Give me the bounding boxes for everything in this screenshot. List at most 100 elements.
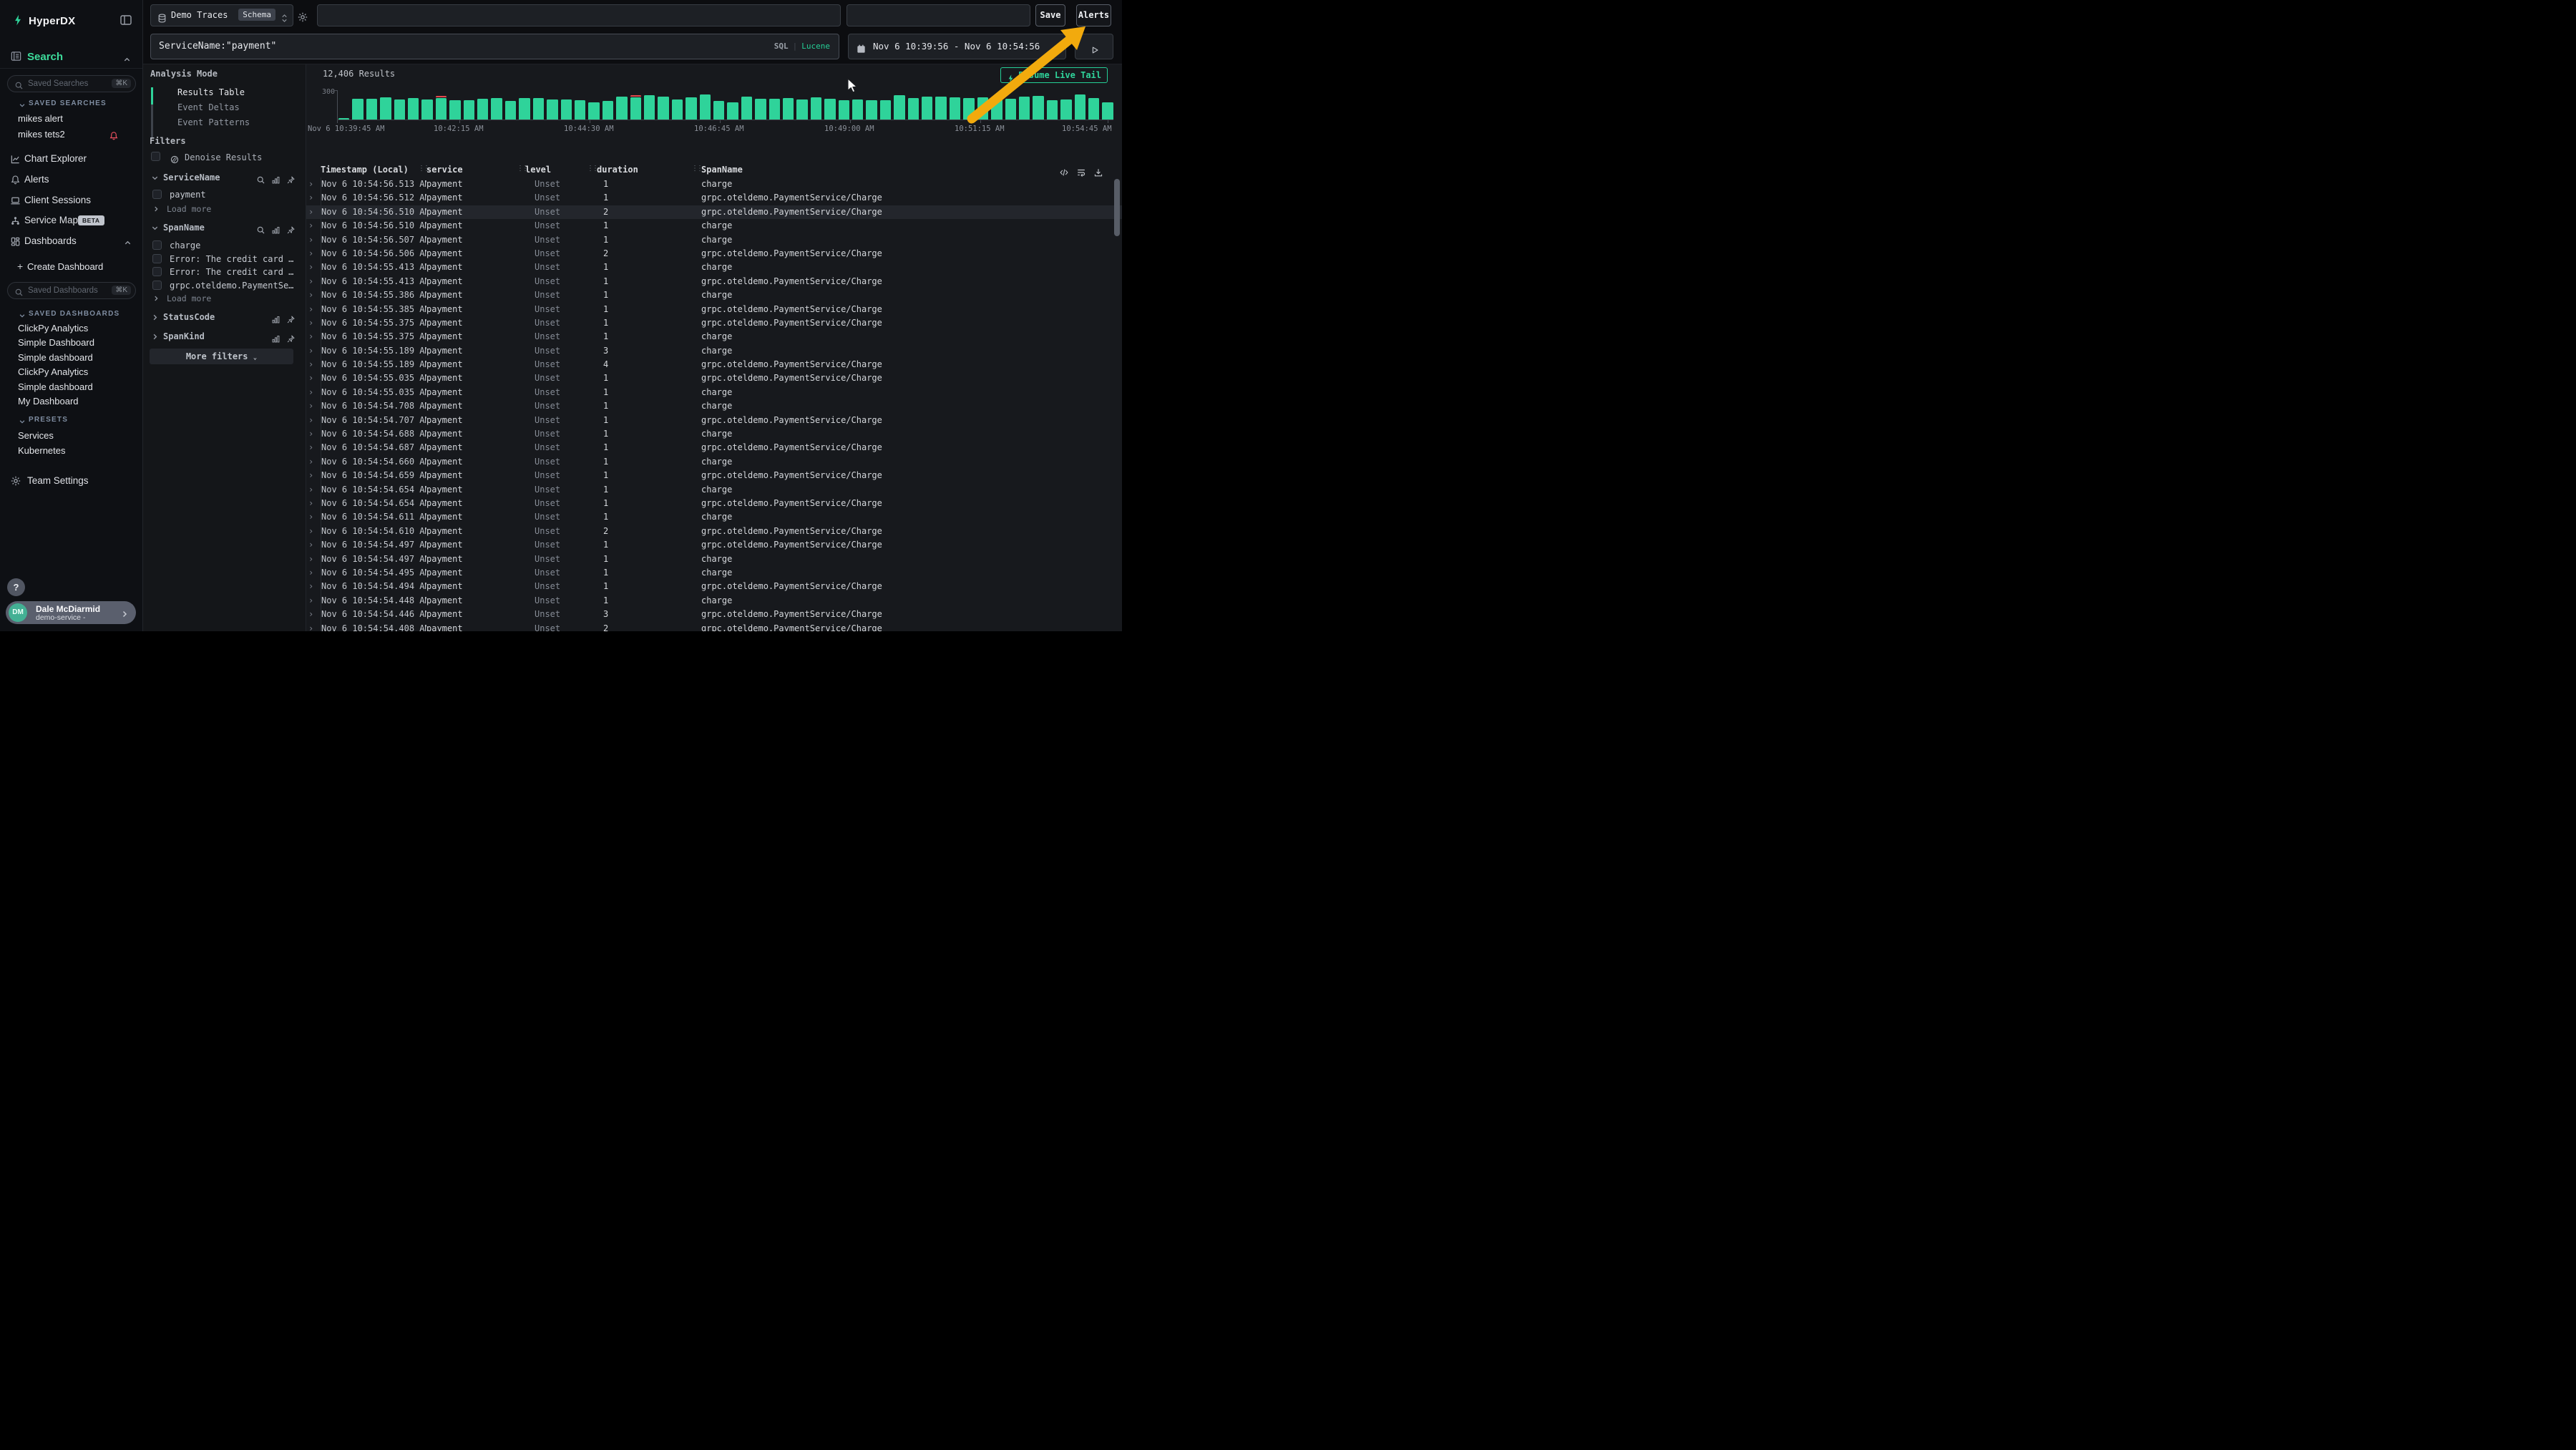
table-row[interactable]: › Nov 6 10:54:54.654 AM payment Unset 1 … <box>306 483 1122 497</box>
row-expand-chevron[interactable]: › <box>308 177 321 191</box>
table-row[interactable]: › Nov 6 10:54:55.189 AM payment Unset 4 … <box>306 358 1122 371</box>
row-expand-chevron[interactable]: › <box>308 414 321 427</box>
row-expand-chevron[interactable]: › <box>308 483 321 497</box>
search-query-input[interactable]: ServiceName:"payment" SQL|Lucene <box>150 34 839 59</box>
row-expand-chevron[interactable]: › <box>308 497 321 510</box>
load-more-link[interactable]: Load more <box>167 204 211 214</box>
saved-searches-input[interactable]: Saved Searches ⌘K <box>7 75 136 92</box>
sql-select-editor[interactable]: SELECT Timestamp, ServiceName as service… <box>317 4 841 26</box>
row-expand-chevron[interactable]: › <box>308 441 321 454</box>
filter-value-row[interactable]: grpc.oteldemo.PaymentSe… <box>152 280 316 293</box>
table-row[interactable]: › Nov 6 10:54:54.707 AM payment Unset 1 … <box>306 414 1122 427</box>
scrollbar-thumb[interactable] <box>1114 179 1120 236</box>
saved-dashboard-item[interactable]: ClickPy Analytics <box>18 321 140 336</box>
saved-dashboards-input[interactable]: Saved Dashboards ⌘K <box>7 282 136 299</box>
analysis-mode-item[interactable]: Results Table <box>177 87 313 102</box>
table-row[interactable]: › Nov 6 10:54:56.512 AM payment Unset 1 … <box>306 191 1122 205</box>
preset-item[interactable]: Kubernetes <box>18 443 140 458</box>
bar-chart-icon[interactable] <box>271 223 280 236</box>
table-row[interactable]: › Nov 6 10:54:54.610 AM payment Unset 2 … <box>306 525 1122 538</box>
resume-live-tail-button[interactable]: Resume Live Tail <box>1000 67 1108 83</box>
date-range-picker[interactable]: Nov 6 10:39:56 - Nov 6 10:54:56 <box>848 34 1066 59</box>
table-row[interactable]: › Nov 6 10:54:55.413 AM payment Unset 1 … <box>306 275 1122 288</box>
alerts-button[interactable]: Alerts <box>1076 4 1111 26</box>
saved-search-item[interactable]: mikes alert <box>18 113 63 124</box>
table-row[interactable]: › Nov 6 10:54:56.507 AM payment Unset 1 … <box>306 233 1122 247</box>
results-histogram[interactable] <box>338 93 1113 120</box>
saved-search-item[interactable]: mikes tets2 <box>0 129 143 142</box>
chevron-right-icon[interactable] <box>151 313 159 322</box>
filter-group-statuscode[interactable]: StatusCode <box>163 312 215 322</box>
row-expand-chevron[interactable]: › <box>308 594 321 608</box>
column-header-spanname[interactable]: SpanName <box>701 165 743 175</box>
preset-item[interactable]: Services <box>18 428 140 443</box>
filter-group-spankind[interactable]: SpanKind <box>163 331 205 341</box>
data-source-select[interactable]: Demo Traces Schema <box>150 4 293 26</box>
search-icon[interactable] <box>256 223 265 236</box>
chevron-down-icon[interactable] <box>19 99 26 112</box>
row-expand-chevron[interactable]: › <box>308 608 321 621</box>
denoise-checkbox[interactable] <box>151 152 160 161</box>
code-view-icon[interactable] <box>1059 165 1069 178</box>
bar-chart-icon[interactable] <box>271 331 280 345</box>
table-row[interactable]: › Nov 6 10:54:54.659 AM payment Unset 1 … <box>306 469 1122 482</box>
chevron-up-icon[interactable] <box>124 237 132 250</box>
bar-chart-icon[interactable] <box>271 312 280 326</box>
table-row[interactable]: › Nov 6 10:54:54.446 AM payment Unset 3 … <box>306 608 1122 621</box>
row-expand-chevron[interactable]: › <box>308 358 321 371</box>
sidebar-item-client-sessions[interactable]: Client Sessions <box>0 195 143 209</box>
sidebar-item-service-map[interactable]: Service Map BETA <box>0 215 143 229</box>
search-icon[interactable] <box>256 172 265 186</box>
row-expand-chevron[interactable]: › <box>308 247 321 261</box>
row-expand-chevron[interactable]: › <box>308 622 321 632</box>
table-row[interactable]: › Nov 6 10:54:56.510 AM payment Unset 2 … <box>306 205 1122 219</box>
row-expand-chevron[interactable]: › <box>308 580 321 593</box>
help-button[interactable]: ? <box>7 578 25 596</box>
sidebar-item-dashboards[interactable]: Dashboards <box>0 235 143 250</box>
row-expand-chevron[interactable]: › <box>308 275 321 288</box>
chevron-right-icon[interactable] <box>152 295 160 303</box>
analysis-mode-item[interactable]: Event Deltas <box>177 102 313 117</box>
column-header-level[interactable]: level <box>525 165 551 175</box>
chevron-right-icon[interactable] <box>152 205 160 213</box>
row-expand-chevron[interactable]: › <box>308 469 321 482</box>
order-by-editor[interactable]: ORDER BY Timestamp DESC <box>847 4 1030 26</box>
save-button[interactable]: Save <box>1035 4 1065 26</box>
run-search-button[interactable] <box>1075 34 1113 59</box>
table-row[interactable]: › Nov 6 10:54:55.385 AM payment Unset 1 … <box>306 303 1122 316</box>
row-expand-chevron[interactable]: › <box>308 427 321 441</box>
table-row[interactable]: › Nov 6 10:54:54.660 AM payment Unset 1 … <box>306 455 1122 469</box>
language-lucene[interactable]: Lucene <box>801 42 830 51</box>
filter-group-servicename[interactable]: ServiceName <box>163 172 220 183</box>
filter-value-row[interactable]: payment <box>152 189 316 202</box>
table-row[interactable]: › Nov 6 10:54:54.688 AM payment Unset 1 … <box>306 427 1122 441</box>
table-row[interactable]: › Nov 6 10:54:55.189 AM payment Unset 3 … <box>306 344 1122 358</box>
nav-search-section[interactable]: Search <box>0 44 142 69</box>
sidebar-item-chart-explorer[interactable]: Chart Explorer <box>0 153 143 167</box>
row-expand-chevron[interactable]: › <box>308 303 321 316</box>
pin-icon[interactable] <box>286 172 296 186</box>
row-expand-chevron[interactable]: › <box>308 510 321 524</box>
row-expand-chevron[interactable]: › <box>308 205 321 219</box>
row-expand-chevron[interactable]: › <box>308 288 321 302</box>
filter-checkbox[interactable] <box>152 281 162 290</box>
saved-dashboard-item[interactable]: ClickPy Analytics <box>18 365 140 379</box>
table-row[interactable]: › Nov 6 10:54:55.413 AM payment Unset 1 … <box>306 261 1122 274</box>
saved-dashboard-item[interactable]: Simple dashboard <box>18 351 140 365</box>
chevron-down-icon[interactable] <box>19 415 26 428</box>
table-row[interactable]: › Nov 6 10:54:54.408 AM payment Unset 2 … <box>306 622 1122 632</box>
filter-group-spanname[interactable]: SpanName <box>163 223 205 233</box>
table-row[interactable]: › Nov 6 10:54:54.497 AM payment Unset 1 … <box>306 538 1122 552</box>
row-expand-chevron[interactable]: › <box>308 344 321 358</box>
table-row[interactable]: › Nov 6 10:54:56.506 AM payment Unset 2 … <box>306 247 1122 261</box>
row-expand-chevron[interactable]: › <box>308 371 321 385</box>
saved-dashboard-item[interactable]: Simple Dashboard <box>18 336 140 350</box>
row-expand-chevron[interactable]: › <box>308 455 321 469</box>
download-icon[interactable] <box>1093 165 1103 178</box>
table-row[interactable]: › Nov 6 10:54:56.510 AM payment Unset 1 … <box>306 219 1122 233</box>
chevron-down-icon[interactable] <box>151 174 159 183</box>
table-row[interactable]: › Nov 6 10:54:55.035 AM payment Unset 1 … <box>306 371 1122 385</box>
column-header-duration[interactable]: duration <box>597 165 638 175</box>
row-expand-chevron[interactable]: › <box>308 219 321 233</box>
table-row[interactable]: › Nov 6 10:54:56.513 AM payment Unset 1 … <box>306 177 1122 191</box>
